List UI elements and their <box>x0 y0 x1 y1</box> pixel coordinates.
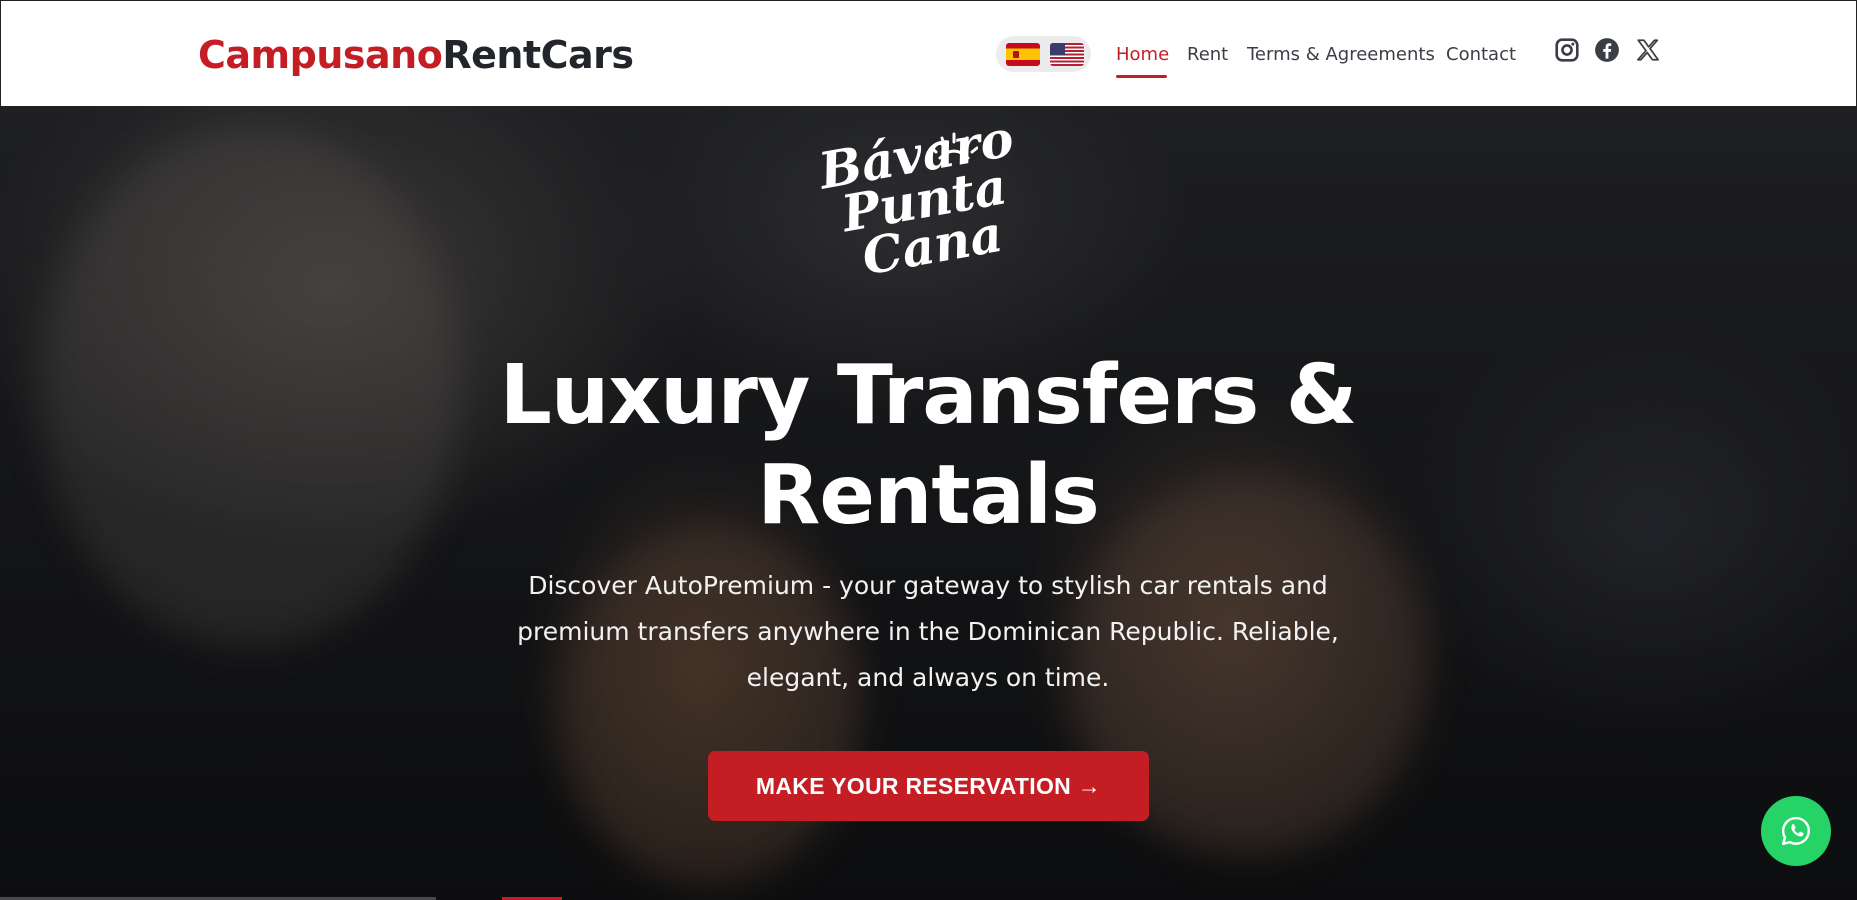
instagram-icon[interactable] <box>1554 37 1580 63</box>
hero-title: Luxury Transfers & Rentals <box>428 346 1428 546</box>
hero-title-line: Luxury Transfers & <box>499 348 1358 443</box>
nav-contact[interactable]: Contact <box>1446 43 1516 67</box>
make-reservation-button[interactable]: MAKE YOUR RESERVATION → <box>708 751 1149 821</box>
spanish-flag-icon[interactable] <box>1006 43 1040 66</box>
nav-home[interactable]: Home <box>1116 43 1169 67</box>
brand-logo[interactable]: CampusanoRentCars <box>198 31 634 79</box>
whatsapp-button[interactable] <box>1761 796 1831 866</box>
brand-name-part2: RentCars <box>442 33 634 77</box>
hero-title-line: Rentals <box>757 448 1100 543</box>
hero-section: Bávaro Punta Cana Luxury Transfers & Ren… <box>0 106 1857 900</box>
x-icon[interactable] <box>1635 37 1661 63</box>
bavaro-punta-cana-logo: Bávaro Punta Cana <box>814 108 1042 327</box>
active-nav-indicator <box>1116 75 1167 78</box>
site-header: CampusanoRentCars Home Rent Terms & Agre… <box>0 0 1857 106</box>
language-switcher <box>996 36 1091 72</box>
nav-terms[interactable]: Terms & Agreements <box>1247 43 1435 67</box>
whatsapp-icon <box>1781 816 1811 846</box>
hero-description: Discover AutoPremium - your gateway to s… <box>517 571 1339 692</box>
brand-name-part1: Campusano <box>198 33 443 77</box>
nav-rent[interactable]: Rent <box>1187 43 1228 67</box>
facebook-icon[interactable] <box>1594 37 1620 63</box>
us-flag-icon[interactable] <box>1050 43 1084 66</box>
